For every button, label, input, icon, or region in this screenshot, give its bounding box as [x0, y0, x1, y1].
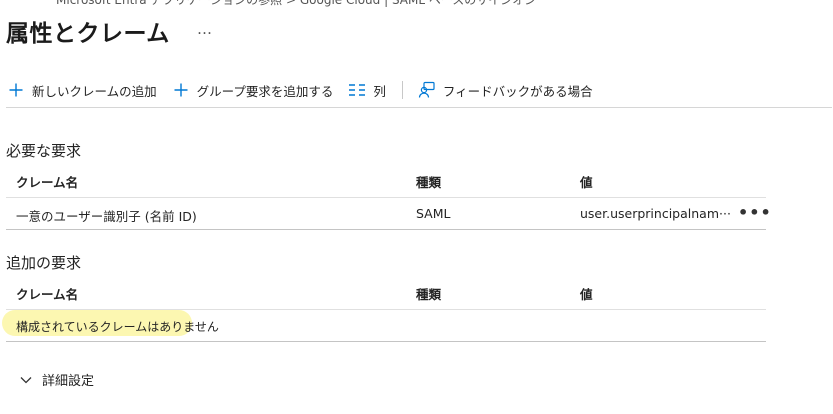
- columns-label: 列: [373, 83, 386, 99]
- feedback-label: フィードバックがある場合: [442, 83, 593, 99]
- feedback-icon: [417, 80, 437, 100]
- additional-claims-title: 追加の要求: [6, 254, 82, 272]
- claim-name-cell: 一意のユーザー識別子 (名前 ID): [16, 209, 197, 224]
- advanced-settings-label: 詳細設定: [42, 374, 95, 389]
- plus-icon: [6, 80, 26, 100]
- column-header-claim-name[interactable]: クレーム名: [16, 172, 78, 191]
- column-header-type[interactable]: 種類: [416, 172, 441, 191]
- empty-claims-message: 構成されているクレームはありません: [16, 320, 219, 334]
- breadcrumb[interactable]: Microsoft Entra アプリケーションの参照 > Google Clo…: [56, 0, 536, 8]
- add-group-claim-label: グループ要求を追加する: [196, 83, 334, 99]
- column-header-value[interactable]: 値: [580, 284, 593, 303]
- feedback-button[interactable]: フィードバックがある場合: [417, 80, 593, 100]
- claim-value-cell: user.userprincipalnam···: [580, 206, 731, 221]
- chevron-down-icon: [18, 372, 34, 388]
- row-more-options-button[interactable]: •••: [738, 203, 772, 222]
- columns-icon: [347, 80, 367, 100]
- add-group-claim-button[interactable]: グループ要求を追加する: [171, 80, 334, 100]
- toolbar-separator: [401, 81, 403, 99]
- page-title: 属性とクレーム: [6, 21, 170, 47]
- table-bottom-divider: [6, 341, 766, 342]
- column-header-type[interactable]: 種類: [416, 284, 441, 303]
- toolbar-divider: [6, 107, 832, 108]
- columns-button[interactable]: 列: [347, 80, 386, 100]
- table-header-divider: [6, 197, 766, 198]
- add-new-claim-label: 新しいクレームの追加: [32, 83, 157, 99]
- column-header-value[interactable]: 値: [580, 172, 593, 191]
- command-bar: 新しいクレームの追加 グループ要求を追加する 列 フィードバックがある場合: [6, 78, 607, 102]
- table-bottom-divider: [6, 229, 766, 230]
- column-header-claim-name[interactable]: クレーム名: [16, 284, 78, 303]
- attributes-claims-page: Microsoft Entra アプリケーションの参照 > Google Clo…: [0, 0, 833, 414]
- add-new-claim-button[interactable]: 新しいクレームの追加: [6, 80, 157, 100]
- required-claims-title: 必要な要求: [6, 142, 82, 160]
- plus-icon: [171, 80, 191, 100]
- claim-type-cell: SAML: [416, 206, 451, 221]
- more-options-button[interactable]: …: [197, 20, 213, 38]
- advanced-settings-toggle[interactable]: 詳細設定: [18, 370, 94, 389]
